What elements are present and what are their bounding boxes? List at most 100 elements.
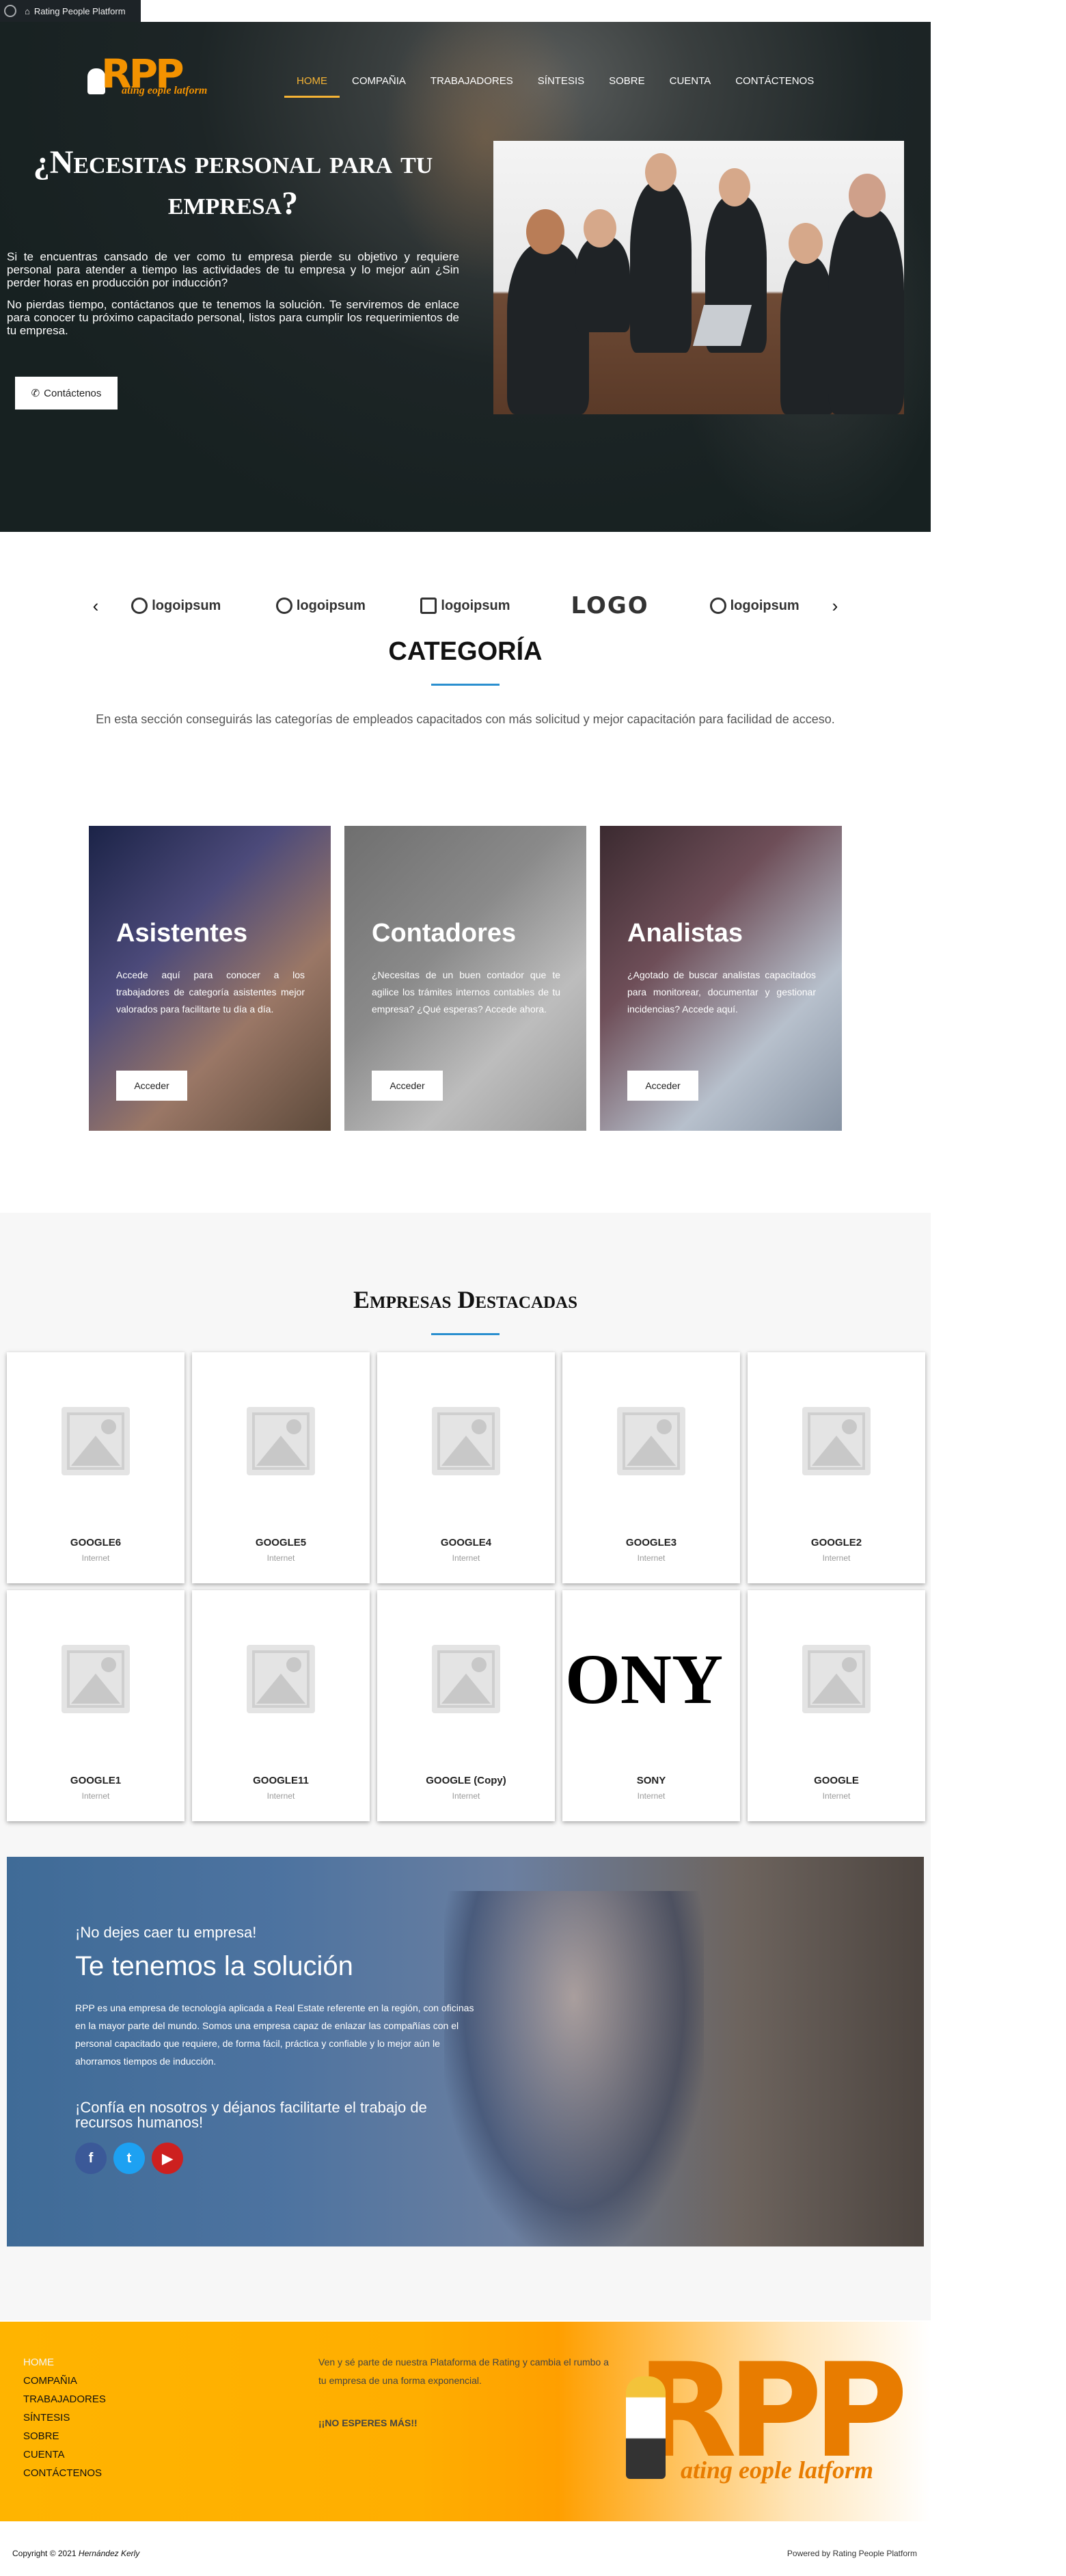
banner-cta: ¡Confía en nosotros y déjanos facilitart… xyxy=(75,2099,427,2131)
hero-team-photo xyxy=(493,141,904,414)
card-text: ¿Necesitas de un buen contador que te ag… xyxy=(372,969,560,1015)
footer-nav-compania[interactable]: COMPAÑIA xyxy=(23,2372,106,2390)
footer: HOME COMPAÑIA TRABAJADORES SÍNTESIS SOBR… xyxy=(0,2322,931,2521)
card-text: Accede aquí para conocer a los trabajado… xyxy=(116,969,305,1015)
company-card[interactable]: GOOGLE11 Internet xyxy=(192,1590,370,1821)
nav-trabajadores[interactable]: TRABAJADORES xyxy=(418,71,525,91)
client-logo: logoipsum xyxy=(249,598,394,614)
category-card-contadores: Contadores ¿Necesitas de un buen contado… xyxy=(344,826,586,1131)
company-category: Internet xyxy=(822,1553,851,1563)
company-category: Internet xyxy=(266,1553,295,1563)
client-logo-text: logoipsum xyxy=(441,598,510,613)
nav-contactenos[interactable]: CONTÁCTENOS xyxy=(723,71,826,91)
company-category: Internet xyxy=(81,1553,110,1563)
sony-logo: ONY xyxy=(565,1642,724,1717)
category-card-analistas: Analistas ¿Agotado de buscar analistas c… xyxy=(600,826,842,1131)
nav-sobre[interactable]: SOBRE xyxy=(597,71,657,91)
logo-mark-icon xyxy=(131,598,148,614)
company-card[interactable]: GOOGLE (Copy) Internet xyxy=(377,1590,555,1821)
nav-cuenta[interactable]: CUENTA xyxy=(657,71,724,91)
company-card[interactable]: GOOGLE6 Internet xyxy=(7,1352,184,1583)
facebook-icon[interactable]: f xyxy=(75,2143,107,2174)
company-name: SONY xyxy=(636,1775,666,1786)
nav-compania[interactable]: COMPAÑIA xyxy=(340,71,418,91)
placeholder-image-icon xyxy=(62,1407,130,1475)
photo-person xyxy=(828,209,904,414)
category-title-underline xyxy=(431,684,500,686)
client-logo: logoipsum xyxy=(104,598,249,614)
company-card[interactable]: GOOGLE1 Internet xyxy=(7,1590,184,1821)
company-name: GOOGLE3 xyxy=(625,1537,677,1548)
footer-nav-home[interactable]: HOME xyxy=(23,2353,106,2372)
company-category: Internet xyxy=(266,1791,295,1801)
footer-nav-trabajadores[interactable]: TRABAJADORES xyxy=(23,2390,106,2409)
footer-nav-cuenta[interactable]: CUENTA xyxy=(23,2445,106,2464)
featured-title-underline xyxy=(431,1333,500,1335)
hero-title: ¿Necesitas personal para tu empresa? xyxy=(33,144,433,222)
copyright-author: Hernández Kerly xyxy=(78,2549,140,2558)
contact-button-label: Contáctenos xyxy=(44,387,102,399)
company-name: GOOGLE (Copy) xyxy=(426,1775,506,1786)
footer-nav-sintesis[interactable]: SÍNTESIS xyxy=(23,2409,106,2427)
photo-person xyxy=(780,257,835,414)
category-description: En esta sección conseguirás las categorí… xyxy=(96,712,835,726)
photo-head xyxy=(584,209,616,247)
company-category: Internet xyxy=(452,1791,480,1801)
placeholder-image-icon xyxy=(62,1645,130,1713)
footer-nav-sobre[interactable]: SOBRE xyxy=(23,2427,106,2445)
powered-by: Powered by Rating People Platform xyxy=(787,2549,917,2558)
company-name: GOOGLE6 xyxy=(70,1537,122,1548)
card-title: Analistas xyxy=(627,919,743,948)
card-text: ¿Agotado de buscar analistas capacitados… xyxy=(627,969,816,1015)
card-title: Contadores xyxy=(372,919,517,948)
admin-bar-site-name: Rating People Platform xyxy=(33,5,126,16)
phone-icon: ✆ xyxy=(31,388,40,399)
main-nav: HOME COMPAÑIA TRABAJADORES SÍNTESIS SOBR… xyxy=(284,71,826,98)
company-card[interactable]: GOOGLE3 Internet xyxy=(562,1352,740,1583)
site-logo[interactable]: RPP ating eople latform xyxy=(87,51,231,103)
wordpress-icon[interactable] xyxy=(0,0,20,22)
banner-kicker: ¡No dejes caer tu empresa! xyxy=(75,1924,257,1941)
hero-paragraph-1: Si te encuentras cansado de ver como tu … xyxy=(7,250,459,289)
carousel-prev-icon[interactable]: ‹ xyxy=(87,595,104,617)
admin-bar-site-link[interactable]: ⌂ Rating People Platform xyxy=(20,6,126,16)
footer-nav-contactenos[interactable]: CONTÁCTENOS xyxy=(23,2464,106,2482)
hero-paragraph-2: No pierdas tiempo, contáctanos que te te… xyxy=(7,298,459,337)
placeholder-image-icon xyxy=(432,1645,500,1713)
placeholder-image-icon xyxy=(247,1407,315,1475)
client-logo: LOGO xyxy=(538,592,683,619)
solution-banner: ¡No dejes caer tu empresa! Te tenemos la… xyxy=(7,1857,924,2246)
category-card-asistentes: Asistentes Accede aquí para conocer a lo… xyxy=(89,826,331,1131)
social-links: f t ▶ xyxy=(75,2143,183,2174)
twitter-icon[interactable]: t xyxy=(113,2143,145,2174)
footer-logo-small-text: ating eople latform xyxy=(681,2456,873,2484)
carousel-next-icon[interactable]: › xyxy=(827,595,843,617)
contact-button[interactable]: ✆ Contáctenos xyxy=(15,377,118,410)
company-category: Internet xyxy=(637,1553,666,1563)
nav-home[interactable]: HOME xyxy=(284,71,340,98)
placeholder-image-icon xyxy=(432,1407,500,1475)
company-card[interactable]: ONY SONY Internet xyxy=(562,1590,740,1821)
company-card[interactable]: GOOGLE4 Internet xyxy=(377,1352,555,1583)
photo-person xyxy=(630,182,692,353)
company-card[interactable]: GOOGLE5 Internet xyxy=(192,1352,370,1583)
company-name: GOOGLE11 xyxy=(253,1775,309,1786)
logo-mark-icon xyxy=(420,598,437,614)
company-category: Internet xyxy=(81,1791,110,1801)
client-logo-text: LOGO xyxy=(571,592,649,619)
youtube-icon[interactable]: ▶ xyxy=(152,2143,183,2174)
placeholder-image-icon xyxy=(247,1645,315,1713)
company-card[interactable]: GOOGLE2 Internet xyxy=(748,1352,925,1583)
nav-sintesis[interactable]: SÍNTESIS xyxy=(525,71,597,91)
client-logo-text: logoipsum xyxy=(296,598,366,613)
card-access-button[interactable]: Acceder xyxy=(372,1071,443,1101)
home-icon: ⌂ xyxy=(25,5,30,16)
card-access-button[interactable]: Acceder xyxy=(627,1071,698,1101)
card-access-button[interactable]: Acceder xyxy=(116,1071,187,1101)
logo-mark-icon xyxy=(709,598,726,614)
hero-section: RPP ating eople latform HOME COMPAÑIA TR… xyxy=(0,22,931,532)
client-logo: logoipsum xyxy=(393,598,538,614)
company-name: GOOGLE2 xyxy=(810,1537,862,1548)
photo-head xyxy=(849,174,886,217)
company-card[interactable]: GOOGLE Internet xyxy=(748,1590,925,1821)
